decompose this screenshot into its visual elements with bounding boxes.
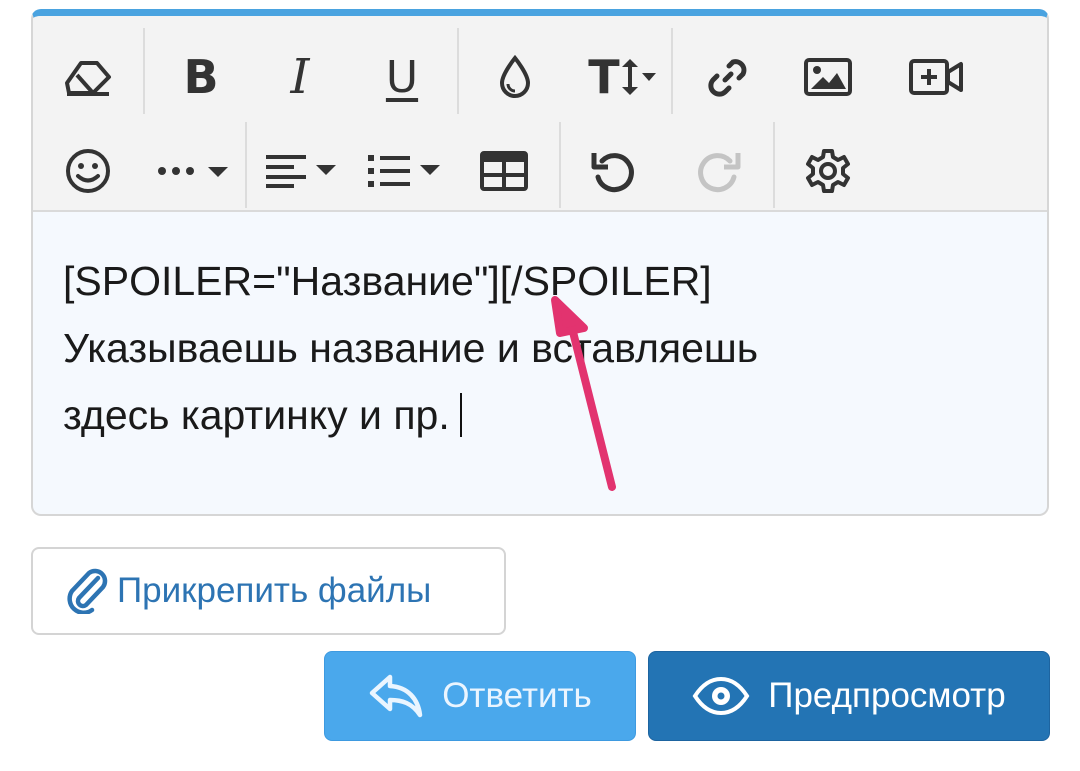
attach-files-label: Прикрепить файлы: [117, 571, 432, 610]
underline-button[interactable]: U: [367, 42, 437, 112]
content-line-1: [SPOILER="Название"][/SPOILER]: [63, 258, 712, 304]
font-size-button[interactable]: T: [579, 42, 669, 112]
paperclip-icon: [67, 568, 108, 614]
italic-icon: I: [290, 49, 310, 105]
video-icon[interactable]: [901, 42, 971, 112]
reply-button[interactable]: Ответить: [324, 651, 636, 741]
font-size-arrows-icon: [621, 59, 656, 95]
text-caret: [459, 393, 462, 437]
align-icon: [266, 155, 336, 188]
font-size-icon: T: [588, 50, 620, 104]
preview-button[interactable]: Предпросмотр: [648, 651, 1050, 741]
rich-text-editor: B I U T [SPOILER="Название"][/SPOILER] У…: [31, 9, 1049, 516]
bold-button[interactable]: B: [166, 42, 236, 112]
smiley-icon[interactable]: [53, 136, 123, 206]
undo-icon[interactable]: [579, 136, 649, 206]
content-line-3: здесь картинку и пр.: [63, 382, 1023, 449]
reply-label: Ответить: [442, 676, 592, 715]
table-icon[interactable]: [469, 136, 539, 206]
align-button[interactable]: [261, 136, 347, 206]
redo-icon[interactable]: [683, 136, 753, 206]
more-options-button[interactable]: [149, 136, 239, 206]
list-button[interactable]: [363, 136, 449, 206]
underline-icon: U: [385, 51, 419, 103]
more-dots-icon: [158, 167, 228, 177]
list-icon: [368, 155, 440, 187]
gear-icon[interactable]: [793, 136, 863, 206]
attach-files-button[interactable]: Прикрепить файлы: [31, 547, 506, 635]
editor-toolbar: B I U T: [33, 16, 1047, 212]
image-icon[interactable]: [793, 42, 863, 112]
eraser-icon[interactable]: [53, 42, 123, 112]
link-icon[interactable]: [693, 42, 763, 112]
editor-content[interactable]: [SPOILER="Название"][/SPOILER] Указываеш…: [63, 248, 1023, 449]
content-line-2: Указываешь название и вставляешь: [63, 325, 759, 371]
preview-label: Предпросмотр: [768, 676, 1006, 715]
text-color-drop-icon[interactable]: [480, 42, 550, 112]
italic-button[interactable]: I: [265, 42, 335, 112]
content-line-3-text: здесь картинку и пр.: [63, 392, 450, 438]
reply-arrow-icon: [369, 674, 423, 718]
eye-icon: [692, 676, 750, 716]
bold-icon: B: [183, 50, 219, 104]
